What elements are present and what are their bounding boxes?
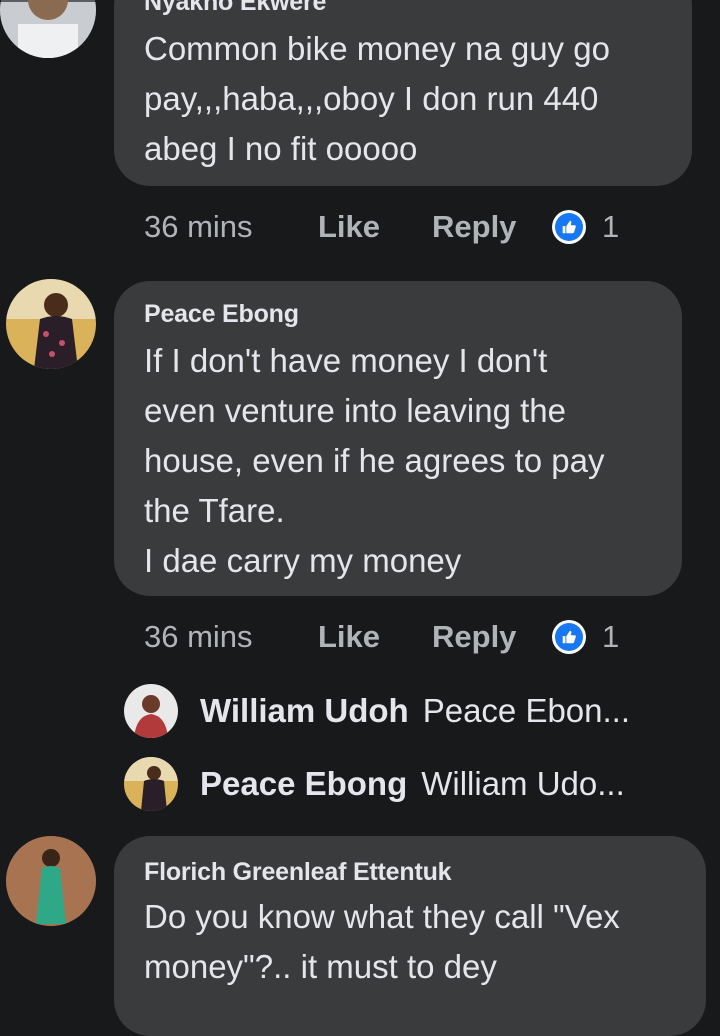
avatar-peace-ebong[interactable]	[124, 757, 178, 811]
comment-text: If I don't have money I don't even ventu…	[144, 342, 605, 579]
comment-actions: 36 mins Like Reply 1	[144, 617, 619, 657]
avatar-florich-greenleaf-ettentuk[interactable]	[6, 836, 96, 926]
like-button[interactable]: Like	[318, 209, 432, 245]
avatar-william-udoh[interactable]	[124, 684, 178, 738]
like-button[interactable]: Like	[318, 619, 432, 655]
profile-photo-icon	[124, 757, 178, 811]
reply-author[interactable]: Peace Ebong	[200, 765, 407, 803]
reply-text-preview: Peace Ebon...	[422, 692, 631, 729]
comment-timestamp[interactable]: 36 mins	[144, 619, 318, 655]
comment-author[interactable]: Peace Ebong	[144, 300, 299, 329]
comment-timestamp[interactable]: 36 mins	[144, 209, 318, 245]
comment-author[interactable]: Florich Greenleaf Ettentuk	[144, 858, 452, 887]
avatar-nyakno-ekwere[interactable]	[0, 0, 96, 58]
profile-photo-icon	[0, 0, 96, 58]
comment-actions: 36 mins Like Reply 1	[144, 207, 619, 247]
comment-author[interactable]: Nyakno Ekwere	[144, 0, 326, 17]
comment-text: Do you know what they call "Vex money"?.…	[144, 898, 620, 985]
thumbs-up-icon[interactable]	[552, 620, 586, 654]
reply-preview[interactable]: William Udoh Peace Ebon...	[124, 684, 630, 738]
reaction-count[interactable]: 1	[602, 209, 619, 245]
thumbs-up-icon[interactable]	[552, 210, 586, 244]
reply-author[interactable]: William Udoh	[200, 692, 409, 730]
reply-preview[interactable]: Peace Ebong William Udo...	[124, 757, 625, 811]
comment-text: Common bike money na guy go pay,,,haba,,…	[144, 30, 610, 167]
reply-button[interactable]: Reply	[432, 619, 552, 655]
reaction-count[interactable]: 1	[602, 619, 619, 655]
reply-button[interactable]: Reply	[432, 209, 552, 245]
avatar-peace-ebong[interactable]	[6, 279, 96, 369]
reply-text-preview: William Udo...	[421, 765, 625, 802]
profile-photo-icon	[6, 836, 96, 926]
profile-photo-icon	[124, 684, 178, 738]
profile-photo-icon	[6, 279, 96, 369]
